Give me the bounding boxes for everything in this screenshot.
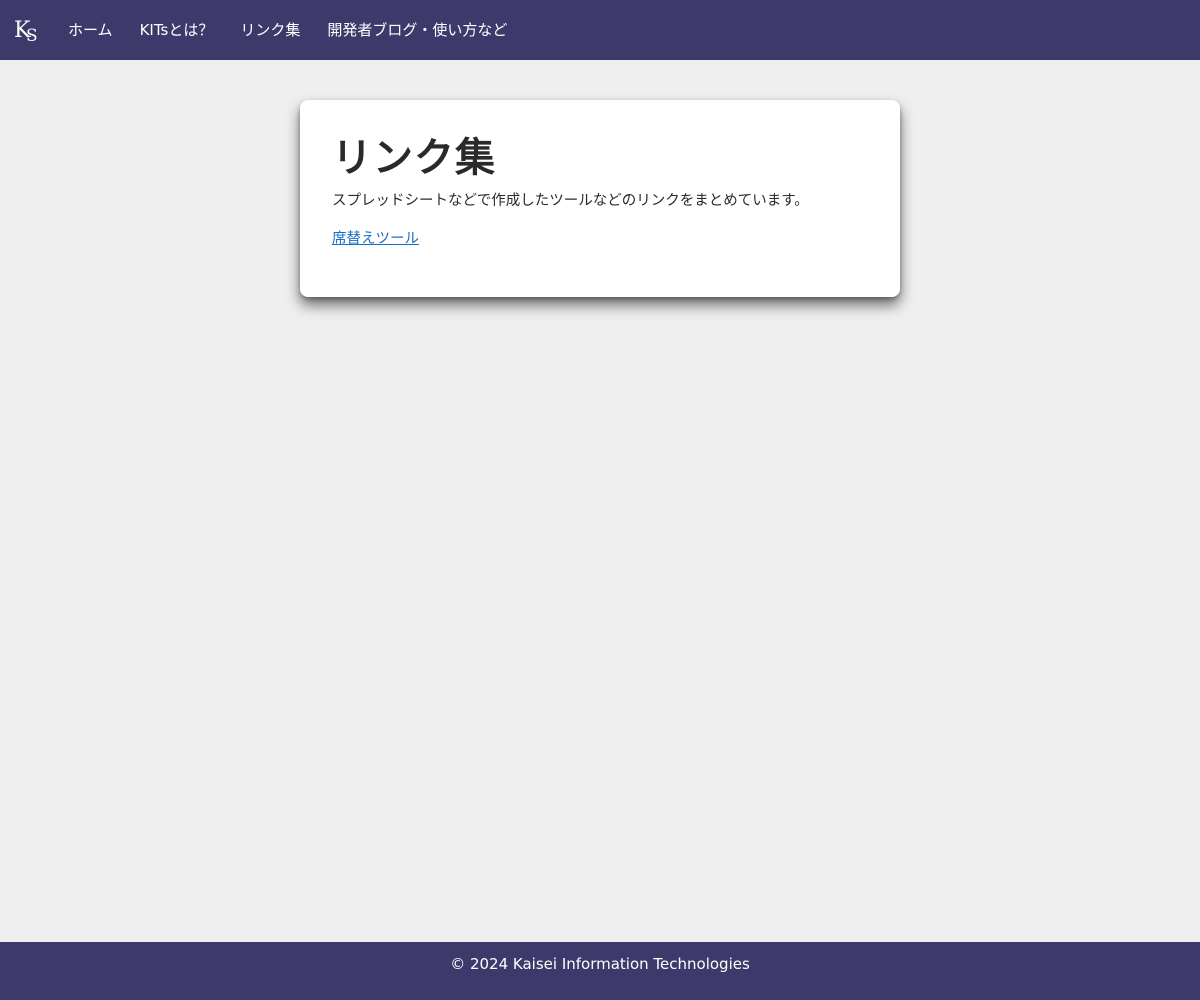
links-card: リンク集 スプレッドシートなどで作成したツールなどのリンクをまとめています。 席… [300,100,900,297]
nav-item-dev-blog[interactable]: 開発者ブログ・使い方など [327,0,507,60]
nav-item-links[interactable]: リンク集 [240,0,300,60]
footer: © 2024 Kaisei Information Technologies [0,942,1200,1000]
nav-item-home[interactable]: ホーム [68,0,113,60]
page-title: リンク集 [332,135,496,181]
ks-logo-icon: K S [14,18,38,44]
top-navbar: K S ホーム KITsとは？ リンク集 開発者ブログ・使い方など [0,0,1200,60]
page-description: スプレッドシートなどで作成したツールなどのリンクをまとめています。 [332,193,809,209]
footer-copyright: © 2024 Kaisei Information Technologies [450,955,750,973]
nav-item-about-kits[interactable]: KITsとは？ [140,0,214,60]
link-seating-tool[interactable]: 席替えツール [332,228,419,250]
svg-text:S: S [26,26,38,44]
site-logo[interactable]: K S [13,16,43,44]
